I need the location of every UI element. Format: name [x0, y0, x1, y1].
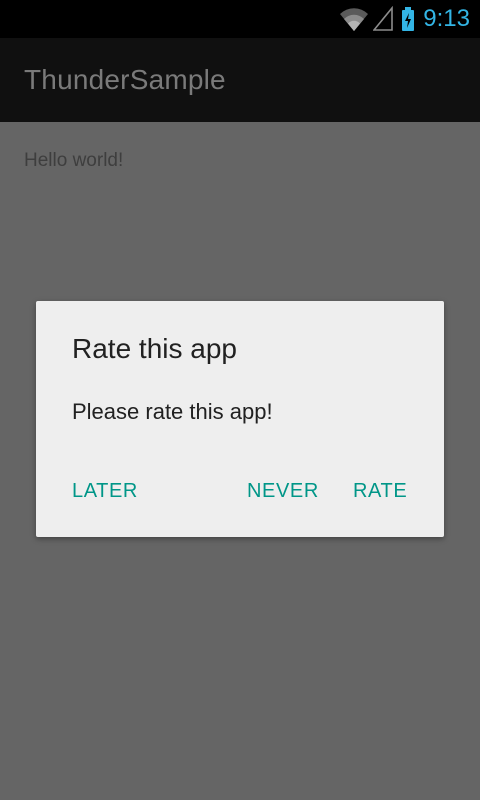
status-clock: 9:13: [423, 5, 470, 32]
status-bar: 9:13: [0, 0, 480, 38]
rate-button[interactable]: RATE: [353, 473, 407, 509]
hello-text: Hello world!: [24, 150, 124, 171]
later-button[interactable]: LATER: [72, 473, 138, 509]
battery-charging-icon: [401, 6, 415, 32]
dialog-title: Rate this app: [72, 333, 237, 364]
dialog-message: Please rate this app!: [72, 399, 273, 424]
rate-dialog: Rate this app Please rate this app! LATE…: [36, 301, 444, 537]
app-title: ThunderSample: [24, 64, 226, 95]
never-button[interactable]: NEVER: [247, 473, 319, 509]
wifi-icon: [339, 6, 369, 32]
status-icons: 9:13: [339, 0, 470, 38]
signal-icon: [373, 6, 394, 32]
action-bar: ThunderSample: [0, 38, 480, 122]
